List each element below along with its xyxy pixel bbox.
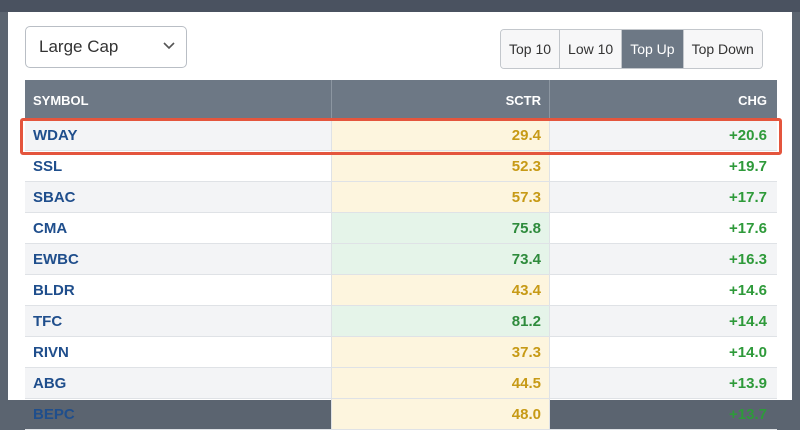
table-row[interactable]: WDAY 29.4 +20.6 [25,120,777,151]
sctr-table: SYMBOL SCTR CHG WDAY 29.4 +20.6 SSL 52.3 +19.… [25,80,777,430]
symbol-link[interactable]: BLDR [25,275,331,305]
cap-size-select-value: Large Cap [39,37,119,56]
symbol-link[interactable]: EWBC [25,244,331,274]
symbol-link[interactable]: SBAC [25,182,331,212]
chevron-down-icon [163,42,175,50]
change-value: +20.6 [549,120,777,150]
table-row[interactable]: CMA 75.8 +17.6 [25,213,777,244]
sctr-value: 75.8 [331,213,549,243]
table-header: SYMBOL SCTR CHG [25,80,777,120]
sctr-value: 73.4 [331,244,549,274]
sctr-value: 37.3 [331,337,549,367]
column-header-sctr[interactable]: SCTR [331,80,549,120]
ranking-tabs: Top 10 Low 10 Top Up Top Down [500,29,763,69]
column-header-chg[interactable]: CHG [549,80,777,120]
symbol-link[interactable]: BEPC [25,399,331,429]
change-value: +16.3 [549,244,777,274]
change-value: +19.7 [549,151,777,181]
sctr-value: 43.4 [331,275,549,305]
symbol-link[interactable]: CMA [25,213,331,243]
tab-low-10[interactable]: Low 10 [560,30,623,68]
table-row[interactable]: RIVN 37.3 +14.0 [25,337,777,368]
symbol-link[interactable]: SSL [25,151,331,181]
change-value: +14.6 [549,275,777,305]
symbol-link[interactable]: WDAY [25,120,331,150]
sctr-value: 81.2 [331,306,549,336]
symbol-link[interactable]: ABG [25,368,331,398]
table-body: WDAY 29.4 +20.6 SSL 52.3 +19.7 SBAC 57.3 +17.7 CM… [25,120,777,430]
tab-top-up[interactable]: Top Up [622,30,684,68]
table-row[interactable]: ABG 44.5 +13.9 [25,368,777,399]
sctr-value: 57.3 [331,182,549,212]
tab-top-down[interactable]: Top Down [683,30,762,68]
top-bar [0,0,800,12]
table-row[interactable]: BLDR 43.4 +14.6 [25,275,777,306]
table-row[interactable]: SBAC 57.3 +17.7 [25,182,777,213]
cap-size-select[interactable]: Large Cap [25,26,187,68]
change-value: +17.6 [549,213,777,243]
table-row[interactable]: SSL 52.3 +19.7 [25,151,777,182]
change-value: +17.7 [549,182,777,212]
change-value: +13.7 [549,399,777,429]
sctr-value: 48.0 [331,399,549,429]
table-row[interactable]: TFC 81.2 +14.4 [25,306,777,337]
change-value: +13.9 [549,368,777,398]
tab-top-10[interactable]: Top 10 [501,30,561,68]
symbol-link[interactable]: RIVN [25,337,331,367]
sctr-panel: Large Cap Top 10 Low 10 Top Up Top Down … [8,12,792,430]
sctr-value: 52.3 [331,151,549,181]
change-value: +14.0 [549,337,777,367]
sctr-value: 44.5 [331,368,549,398]
column-header-symbol[interactable]: SYMBOL [25,80,331,120]
change-value: +14.4 [549,306,777,336]
table-row[interactable]: BEPC 48.0 +13.7 [25,399,777,430]
table-row[interactable]: EWBC 73.4 +16.3 [25,244,777,275]
symbol-link[interactable]: TFC [25,306,331,336]
sctr-value: 29.4 [331,120,549,150]
